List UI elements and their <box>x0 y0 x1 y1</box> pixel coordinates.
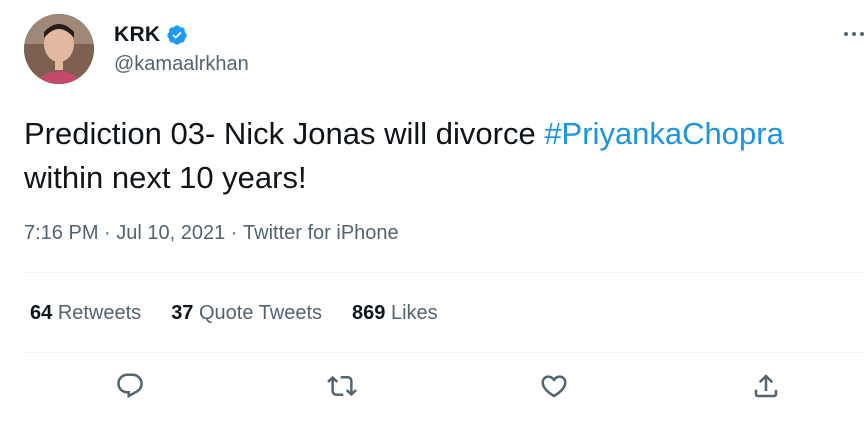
quote-tweets-label: Quote Tweets <box>199 302 323 324</box>
tweet-date[interactable]: Jul 10, 2021 <box>116 222 225 245</box>
likes-label: Likes <box>390 302 438 324</box>
handle[interactable]: @kamaalrkhan <box>114 53 249 76</box>
tweet-stats: 64 Retweets 37 Quote Tweets 869 Likes <box>30 302 438 325</box>
likes-count: 869 <box>352 302 386 324</box>
tweet-time[interactable]: 7:16 PM <box>24 222 98 245</box>
share-icon <box>751 371 781 406</box>
author-info: KRK @kamaalrkhan <box>114 22 249 76</box>
share-button[interactable] <box>750 372 782 404</box>
tweet-source[interactable]: Twitter for iPhone <box>243 222 399 245</box>
retweet-icon <box>327 371 357 406</box>
tweet-meta: 7:16 PM · Jul 10, 2021 · Twitter for iPh… <box>24 222 399 245</box>
verified-badge-icon <box>166 24 188 46</box>
like-icon <box>539 371 569 406</box>
divider <box>24 272 864 273</box>
action-bar <box>0 372 864 404</box>
display-name-row: KRK <box>114 22 249 48</box>
retweets-count: 64 <box>30 302 53 324</box>
tweet-text-after: within next 10 years! <box>24 160 307 195</box>
reply-button[interactable] <box>114 372 146 404</box>
hashtag-link[interactable]: #PriyankaChopra <box>544 116 784 151</box>
meta-separator: · <box>225 222 244 244</box>
quote-tweets-stat[interactable]: 37 Quote Tweets <box>171 302 322 325</box>
avatar[interactable] <box>24 14 94 84</box>
display-name[interactable]: KRK <box>114 23 160 47</box>
meta-separator: · <box>98 222 117 244</box>
reply-icon <box>115 371 145 406</box>
tweet-card: KRK @kamaalrkhan Prediction 03- Nick Jon… <box>0 0 864 422</box>
retweets-label: Retweets <box>57 302 142 324</box>
tweet-text-before: Prediction 03- Nick Jonas will divorce <box>24 116 545 151</box>
quote-tweets-count: 37 <box>171 302 194 324</box>
tweet-text: Prediction 03- Nick Jonas will divorce #… <box>24 112 864 200</box>
retweet-button[interactable] <box>326 372 358 404</box>
more-icon[interactable] <box>840 24 864 44</box>
like-button[interactable] <box>538 372 570 404</box>
divider <box>24 352 864 353</box>
likes-stat[interactable]: 869 Likes <box>352 302 438 325</box>
retweets-stat[interactable]: 64 Retweets <box>30 302 141 325</box>
